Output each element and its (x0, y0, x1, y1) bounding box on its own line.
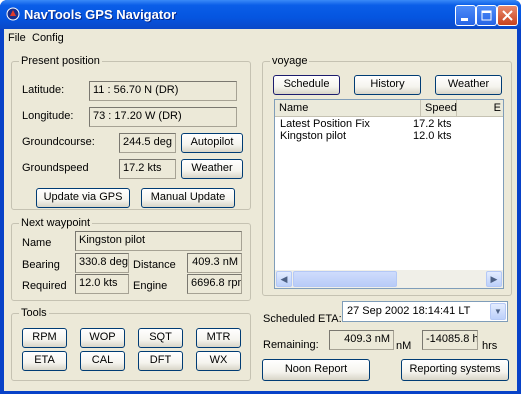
autopilot-button[interactable]: Autopilot (181, 133, 243, 153)
horizontal-scrollbar[interactable]: ◀ ▶ (275, 270, 503, 288)
tool-sqt-button[interactable]: SQT (138, 328, 183, 348)
bearing-label: Bearing (22, 259, 60, 271)
longitude-value: 73 : 17.20 W (DR) (89, 107, 237, 127)
noon-report-button[interactable]: Noon Report (262, 359, 370, 381)
tab-history[interactable]: History (354, 75, 421, 95)
groundspeed-value: 17.2 kts (119, 159, 176, 179)
tool-dft-button[interactable]: DFT (138, 351, 183, 371)
scroll-right-button[interactable]: ▶ (486, 271, 502, 287)
tool-wop-button[interactable]: WOP (80, 328, 125, 348)
reporting-systems-button[interactable]: Reporting systems (401, 359, 509, 381)
required-value: 12.0 kts (75, 274, 129, 294)
tool-rpm-button[interactable]: RPM (22, 328, 67, 348)
list-item-name[interactable]: Kingston pilot (280, 130, 346, 142)
remaining-distance-unit: nM (396, 340, 412, 352)
tab-schedule[interactable]: Schedule (273, 75, 340, 95)
chevron-down-icon: ▼ (494, 307, 502, 316)
engine-label: Engine (133, 280, 168, 292)
chevron-left-icon: ◀ (280, 274, 288, 284)
tools-title: Tools (19, 307, 49, 319)
scroll-thumb[interactable] (293, 271, 397, 287)
waypoint-name-value: Kingston pilot (75, 231, 242, 251)
window-title: NavTools GPS Navigator (24, 7, 177, 22)
column-header-name[interactable]: Name (275, 100, 421, 117)
required-label: Required (22, 280, 67, 292)
dropdown-button[interactable]: ▼ (490, 303, 506, 320)
groundspeed-label: Groundspeed (22, 162, 89, 174)
longitude-label: Longitude: (22, 110, 74, 122)
menu-config[interactable]: Config (32, 32, 64, 44)
scheduled-eta-select[interactable]: 27 Sep 2002 18:14:41 LT ▼ (342, 301, 508, 322)
present-position-title: Present position (19, 55, 102, 67)
schedule-list[interactable]: Name Speed E Latest Position Fix 17.2 kt… (274, 99, 504, 289)
scroll-left-button[interactable]: ◀ (276, 271, 292, 287)
column-header-e-label: E (493, 102, 501, 114)
waypoint-name-label: Name (22, 237, 52, 249)
tool-wx-button[interactable]: WX (196, 351, 241, 371)
present-position-group: Present position Latitude: 11 : 56.70 N … (11, 55, 251, 210)
list-item-speed[interactable]: 12.0 kts (413, 130, 452, 142)
engine-value: 6696.8 rpm (187, 274, 242, 294)
main-window: NavTools GPS Navigator File Config Prese… (0, 0, 521, 394)
window-frame-right (517, 29, 521, 394)
minimize-button[interactable] (455, 5, 476, 26)
distance-value: 409.3 nM (187, 253, 242, 273)
title-bar[interactable]: NavTools GPS Navigator (0, 0, 521, 29)
distance-label: Distance (133, 259, 176, 271)
latitude-value: 11 : 56.70 N (DR) (89, 81, 237, 101)
weather-button[interactable]: Weather (181, 159, 243, 179)
remaining-hours-unit: hrs (482, 340, 498, 352)
list-item-speed[interactable]: 17.2 kts (413, 118, 452, 130)
column-header-speed-label: Speed (425, 102, 457, 114)
maximize-icon (481, 10, 492, 21)
close-button[interactable] (497, 5, 518, 26)
menu-file[interactable]: File (8, 32, 26, 44)
tool-mtr-button[interactable]: MTR (196, 328, 241, 348)
tools-group: Tools RPM WOP SQT MTR ETA CAL DFT WX (11, 307, 251, 381)
next-waypoint-title: Next waypoint (19, 217, 93, 229)
remaining-distance-value: 409.3 nM (329, 330, 394, 350)
next-waypoint-group: Next waypoint Name Kingston pilot Bearin… (11, 217, 251, 301)
tab-weather[interactable]: Weather (435, 75, 502, 95)
groundcourse-value: 244.5 deg (119, 133, 176, 153)
close-icon (502, 10, 513, 21)
maximize-button[interactable] (476, 5, 497, 26)
remaining-hours-value: -14085.8 hr (422, 330, 478, 350)
scheduled-eta-label: Scheduled ETA: (263, 313, 342, 325)
update-via-gps-button[interactable]: Update via GPS (36, 188, 130, 208)
column-header-speed[interactable]: Speed (421, 100, 457, 117)
gps-app-icon (6, 7, 20, 21)
remaining-label: Remaining: (263, 339, 319, 351)
tool-eta-button[interactable]: ETA (22, 351, 67, 371)
scheduled-eta-value: 27 Sep 2002 18:14:41 LT (347, 305, 471, 317)
menu-bar: File Config (4, 29, 517, 48)
chevron-right-icon: ▶ (490, 274, 498, 284)
tool-cal-button[interactable]: CAL (80, 351, 125, 371)
list-item-name[interactable]: Latest Position Fix (280, 118, 370, 130)
groundcourse-label: Groundcourse: (22, 136, 95, 148)
voyage-title: voyage (270, 55, 310, 67)
minimize-icon (461, 18, 468, 21)
bearing-value: 330.8 deg (75, 253, 129, 273)
latitude-label: Latitude: (22, 84, 65, 96)
manual-update-button[interactable]: Manual Update (141, 188, 235, 208)
column-header-e[interactable]: E (457, 100, 503, 117)
client-area: File Config Present position Latitude: 1… (4, 29, 517, 391)
